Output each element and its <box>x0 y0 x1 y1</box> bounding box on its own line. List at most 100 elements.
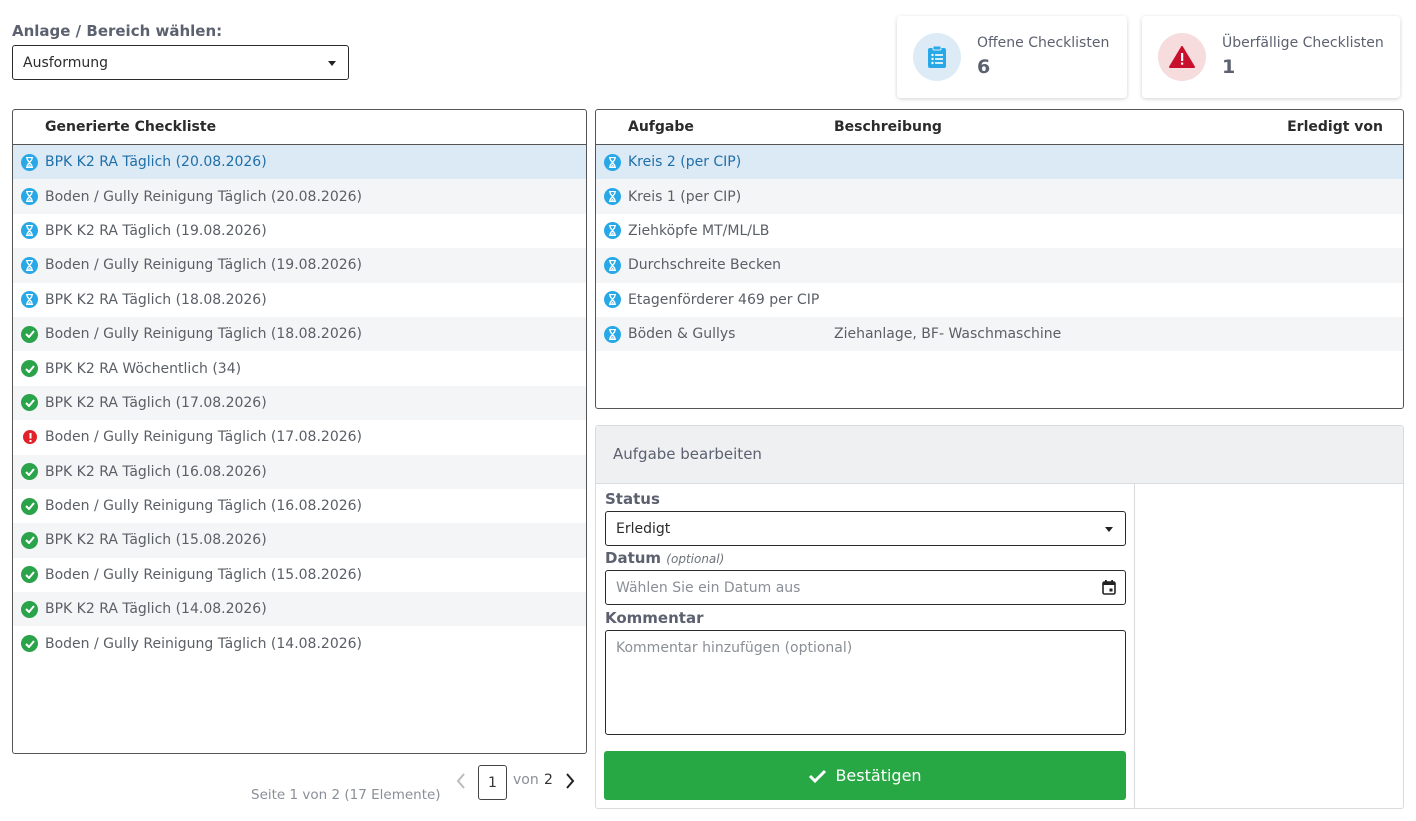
task-row[interactable]: Durchschreite Becken <box>596 248 1403 283</box>
task-row[interactable]: Kreis 2 (per CIP) <box>596 145 1403 180</box>
status-label: Status <box>605 490 660 508</box>
status-select-value: Erledigt <box>616 520 671 537</box>
checklist-row[interactable]: BPK K2 RA Täglich (14.08.2026) <box>13 592 586 627</box>
checklist-row-label: BPK K2 RA Täglich (20.08.2026) <box>45 154 267 171</box>
checklist-row[interactable]: BPK K2 RA Täglich (15.08.2026) <box>13 523 586 558</box>
checklist-row[interactable]: Boden / Gully Reinigung Täglich (15.08.2… <box>13 558 586 592</box>
checklist-row[interactable]: Boden / Gully Reinigung Täglich (16.08.2… <box>13 489 586 523</box>
checklist-row-label: Boden / Gully Reinigung Täglich (20.08.2… <box>45 188 362 205</box>
next-page-button[interactable] <box>562 769 578 793</box>
checklist-row[interactable]: Boden / Gully Reinigung Täglich (19.08.2… <box>13 248 586 283</box>
page-info: Seite 1 von 2 (17 Elemente) <box>251 787 441 803</box>
task-row[interactable]: Etagenförderer 469 per CIP <box>596 283 1403 317</box>
comment-placeholder: Kommentar hinzufügen (optional) <box>616 640 853 656</box>
edit-task-title: Aufgabe bearbeiten <box>596 426 1403 484</box>
task-row-name: Kreis 1 (per CIP) <box>628 188 742 205</box>
checklist-row[interactable]: Boden / Gully Reinigung Täglich (20.08.2… <box>13 179 586 214</box>
task-row[interactable]: Böden & Gullys Ziehanlage, BF- Waschmasch… <box>596 316 1403 352</box>
task-row-name: Ziehköpfe MT/ML/LB <box>628 222 770 239</box>
prev-page-button[interactable] <box>453 769 469 793</box>
checklist-table-header: Generierte Checkliste <box>13 110 586 145</box>
hourglass-icon <box>21 291 38 309</box>
open-checklists-title: Offene Checklisten <box>977 35 1110 51</box>
status-select[interactable]: Erledigt <box>605 511 1126 546</box>
checklist-row-label: Boden / Gully Reinigung Täglich (15.08.2… <box>45 566 362 583</box>
checklist-row-label: BPK K2 RA Täglich (17.08.2026) <box>45 394 267 411</box>
page-of-label: von <box>513 772 539 788</box>
page-total: 2 <box>544 772 553 788</box>
hourglass-icon <box>604 256 621 274</box>
check-circle-icon <box>21 463 38 481</box>
description-column-header[interactable]: Beschreibung <box>834 119 942 135</box>
checklist-table: Generierte Checkliste BPK K2 RA Täglich … <box>12 109 587 754</box>
checklist-row-label: Boden / Gully Reinigung Täglich (16.08.2… <box>45 498 362 515</box>
checklist-row-label: BPK K2 RA Täglich (19.08.2026) <box>45 222 267 239</box>
checklist-row[interactable]: Boden / Gully Reinigung Täglich (14.08.2… <box>13 626 586 660</box>
task-row-name: Durchschreite Becken <box>628 257 782 274</box>
checklist-row[interactable]: BPK K2 RA Täglich (20.08.2026) <box>13 145 586 180</box>
checklist-row-label: BPK K2 RA Wöchentlich (34) <box>45 360 242 377</box>
comment-label: Kommentar <box>605 609 704 627</box>
clipboard-list-icon <box>913 33 961 81</box>
checklist-row-label: BPK K2 RA Täglich (16.08.2026) <box>45 463 267 480</box>
checklist-row-label: Boden / Gully Reinigung Täglich (14.08.2… <box>45 635 362 652</box>
checklist-row-label: BPK K2 RA Täglich (18.08.2026) <box>45 291 267 308</box>
checklist-row-label: Boden / Gully Reinigung Täglich (18.08.2… <box>45 326 362 343</box>
hourglass-icon <box>604 291 621 309</box>
confirm-button[interactable]: Bestätigen <box>604 751 1126 800</box>
comment-textarea[interactable]: Kommentar hinzufügen (optional) <box>605 630 1126 735</box>
checklist-row[interactable]: BPK K2 RA Täglich (19.08.2026) <box>13 214 586 248</box>
edit-task-card: Aufgabe bearbeiten Status Erledigt Datum… <box>595 425 1404 809</box>
date-input[interactable]: Wählen Sie ein Datum aus <box>605 570 1126 605</box>
checklist-row-label: Boden / Gully Reinigung Täglich (17.08.2… <box>45 429 362 446</box>
warning-triangle-icon <box>1158 33 1206 81</box>
page-number-input[interactable]: 1 <box>478 765 507 800</box>
hourglass-icon <box>604 153 621 171</box>
hourglass-icon <box>21 222 38 240</box>
checklist-row[interactable]: BPK K2 RA Täglich (18.08.2026) <box>13 283 586 317</box>
task-table: Aufgabe Beschreibung Erledigt von Kreis … <box>595 109 1404 409</box>
check-circle-icon <box>21 325 38 343</box>
hourglass-icon <box>604 325 621 343</box>
hourglass-icon <box>21 153 38 171</box>
hourglass-icon <box>21 256 38 274</box>
date-label: Datum (optional) <box>605 549 724 567</box>
task-row[interactable]: Ziehköpfe MT/ML/LB <box>596 214 1403 248</box>
checklist-row-label: BPK K2 RA Täglich (15.08.2026) <box>45 532 267 549</box>
date-optional-hint: (optional) <box>666 552 725 566</box>
checklist-row[interactable]: Boden / Gully Reinigung Täglich (17.08.2… <box>13 420 586 454</box>
checklist-row-label: Boden / Gully Reinigung Täglich (19.08.2… <box>45 257 362 274</box>
hourglass-icon <box>21 188 38 206</box>
check-circle-icon <box>21 360 38 378</box>
anlage-label: Anlage / Bereich wählen: <box>12 22 223 40</box>
check-icon <box>809 769 827 783</box>
task-row[interactable]: Kreis 1 (per CIP) <box>596 179 1403 214</box>
hourglass-icon <box>604 188 621 206</box>
chevron-right-icon <box>566 773 575 789</box>
overdue-checklists-card: Überfällige Checklisten 1 <box>1142 16 1400 98</box>
overdue-checklists-title: Überfällige Checklisten <box>1222 35 1384 51</box>
checklist-row[interactable]: BPK K2 RA Täglich (17.08.2026) <box>13 385 586 421</box>
task-table-header: Aufgabe Beschreibung Erledigt von <box>596 110 1403 145</box>
checklist-row[interactable]: Boden / Gully Reinigung Täglich (18.08.2… <box>13 316 586 352</box>
checklist-row[interactable]: BPK K2 RA Täglich (16.08.2026) <box>13 454 586 489</box>
checklist-row[interactable]: BPK K2 RA Wöchentlich (34) <box>13 351 586 385</box>
anlage-select[interactable]: Ausformung <box>12 45 349 80</box>
date-placeholder: Wählen Sie ein Datum aus <box>616 579 801 596</box>
overdue-checklists-count: 1 <box>1222 56 1236 78</box>
task-row-description: Ziehanlage, BF- Waschmaschine <box>834 326 1062 343</box>
caret-down-icon <box>1105 526 1113 532</box>
task-row-name: Kreis 2 (per CIP) <box>628 154 742 171</box>
open-checklists-count: 6 <box>977 56 991 78</box>
check-circle-icon <box>21 600 38 618</box>
check-circle-icon <box>21 497 38 515</box>
check-circle-icon <box>21 635 38 653</box>
task-row-name: Böden & Gullys <box>628 326 736 343</box>
task-column-header[interactable]: Aufgabe <box>628 119 694 135</box>
done-by-column-header[interactable]: Erledigt von <box>1287 119 1383 135</box>
confirm-button-label: Bestätigen <box>835 766 922 785</box>
check-circle-icon <box>21 394 38 412</box>
caret-down-icon <box>328 60 336 66</box>
checklist-column-header[interactable]: Generierte Checkliste <box>45 119 216 135</box>
calendar-icon[interactable] <box>1102 580 1116 595</box>
